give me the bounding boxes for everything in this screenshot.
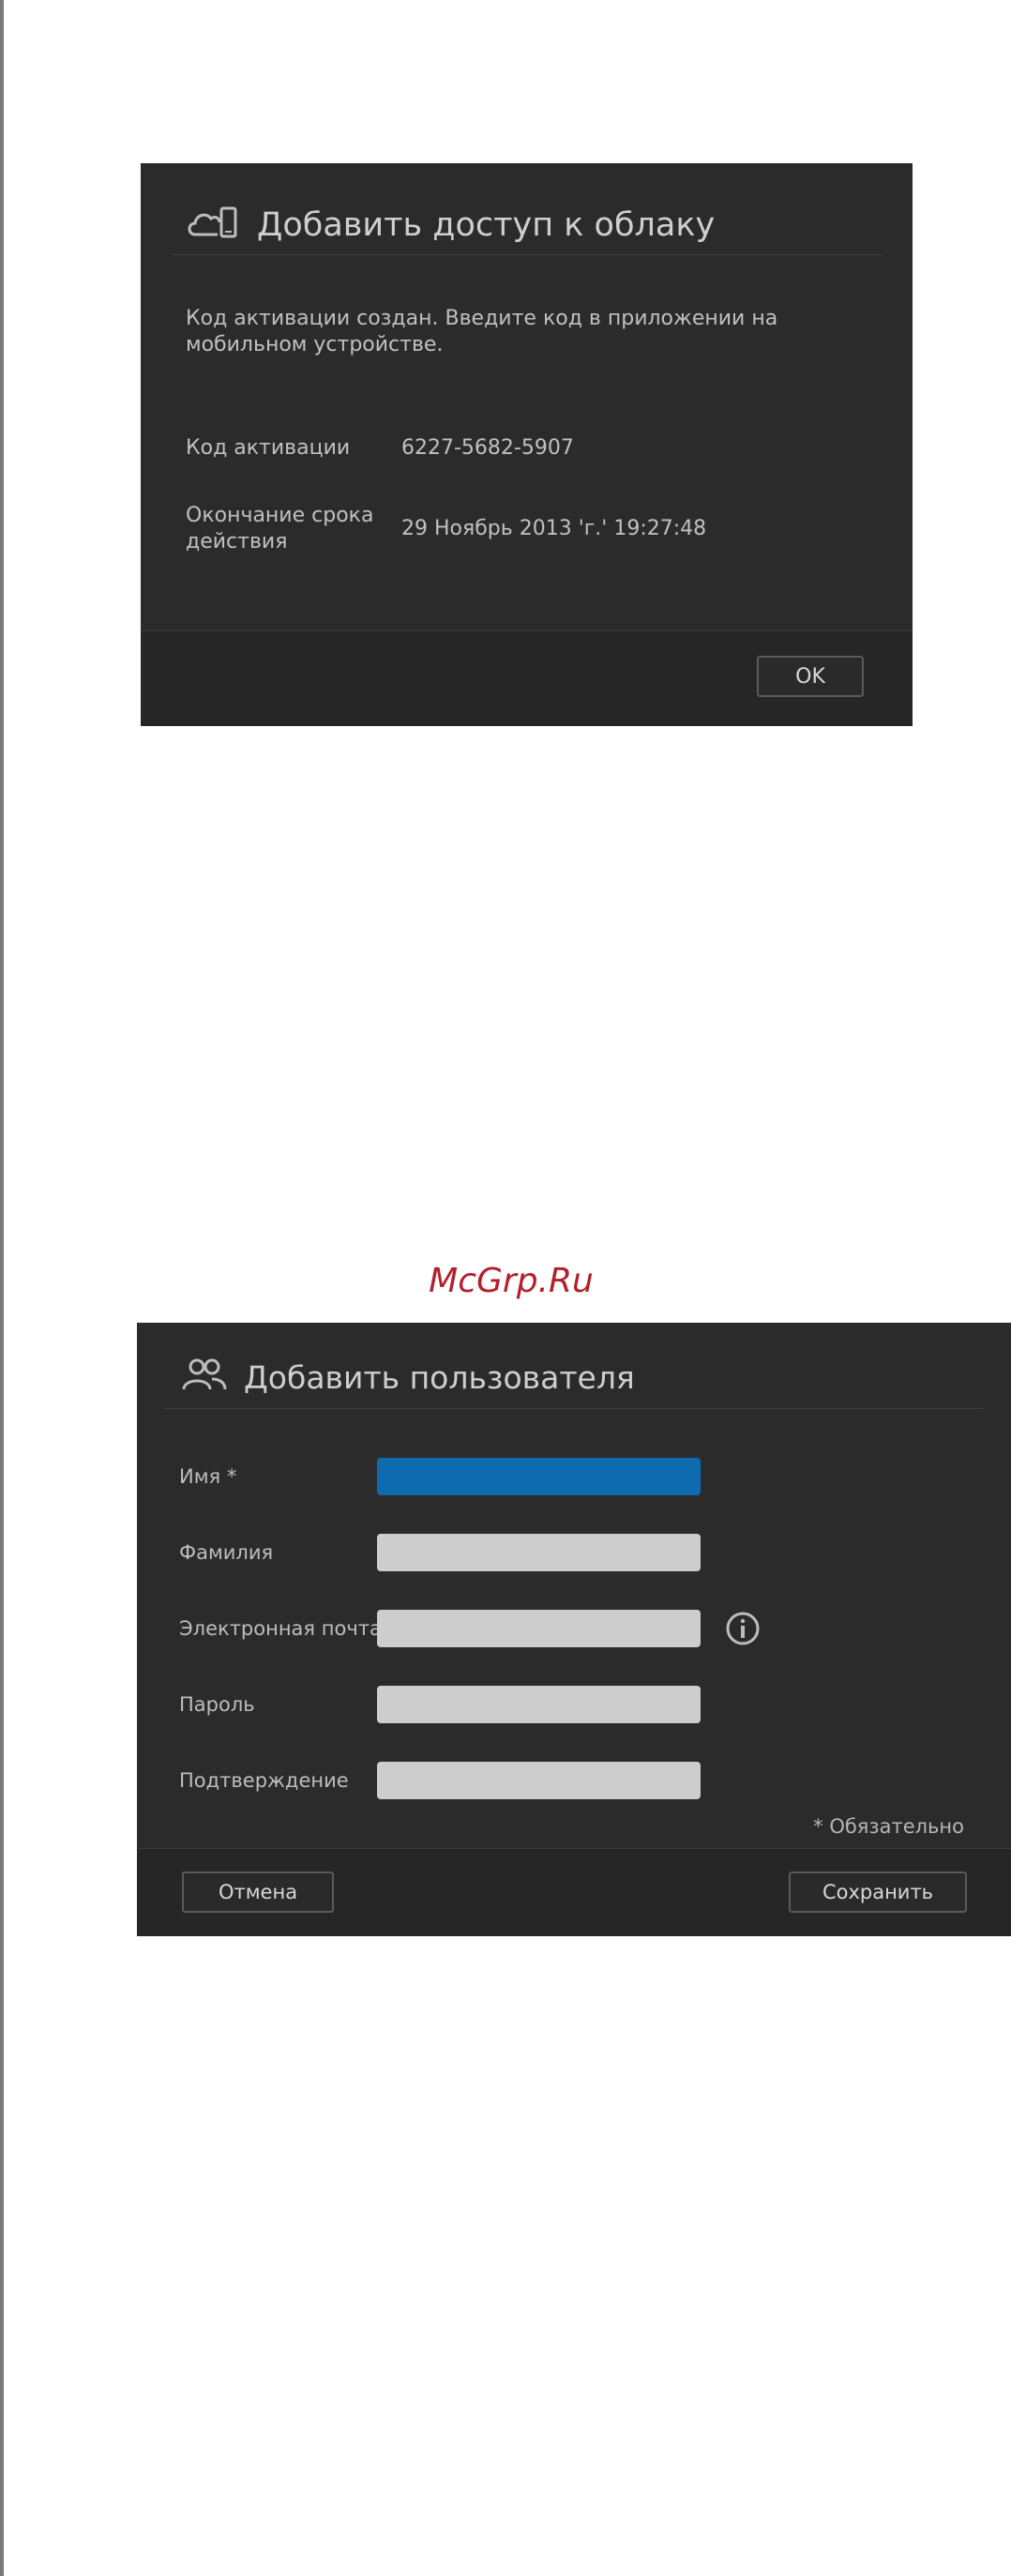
first-name-label: Имя * (179, 1465, 237, 1488)
page: Добавить доступ к облаку Код активации с… (0, 0, 1011, 2576)
password-label: Пароль (179, 1693, 255, 1716)
last-name-input[interactable] (377, 1534, 701, 1571)
activation-code-label: Код активации (186, 436, 351, 460)
watermark-text: McGrp.Ru (429, 1262, 594, 1300)
left-border-rule (0, 0, 4, 2576)
save-button[interactable]: Сохранить (789, 1871, 967, 1913)
email-label: Электронная почта (179, 1617, 382, 1640)
email-input[interactable] (377, 1610, 701, 1647)
info-icon[interactable] (724, 1610, 762, 1647)
title-divider (171, 254, 883, 255)
add-user-dialog: Добавить пользователя Имя * Фамилия Элек… (137, 1323, 1011, 1936)
confirm-password-input[interactable] (377, 1762, 701, 1799)
cloud-dialog-footer: OK (141, 630, 913, 726)
cloud-dialog-header: Добавить доступ к облаку (186, 197, 715, 253)
ok-button[interactable]: OK (757, 656, 864, 697)
activation-message: Код активации создан. Введите код в прил… (186, 307, 778, 356)
cloud-access-dialog: Добавить доступ к облаку Код активации с… (141, 163, 913, 726)
title-divider (165, 1408, 983, 1409)
user-dialog-header: Добавить пользователя (180, 1351, 635, 1403)
users-icon (180, 1356, 229, 1399)
first-name-input[interactable] (377, 1458, 701, 1495)
activation-code-value: 6227-5682-5907 (401, 436, 574, 460)
expiry-value: 29 Ноябрь 2013 'г.' 19:27:48 (401, 517, 707, 540)
confirm-password-label: Подтверждение (179, 1769, 349, 1792)
password-input[interactable] (377, 1686, 701, 1723)
user-dialog-footer: Отмена Сохранить (137, 1848, 1011, 1936)
cancel-button[interactable]: Отмена (182, 1871, 334, 1913)
required-note: * Обязательно (813, 1815, 964, 1838)
expiry-label: Окончание срока действия (186, 504, 374, 553)
last-name-label: Фамилия (179, 1541, 274, 1564)
cloud-dialog-title: Добавить доступ к облаку (257, 206, 716, 244)
cloud-mobile-icon (186, 205, 240, 246)
user-dialog-title: Добавить пользователя (244, 1358, 635, 1396)
